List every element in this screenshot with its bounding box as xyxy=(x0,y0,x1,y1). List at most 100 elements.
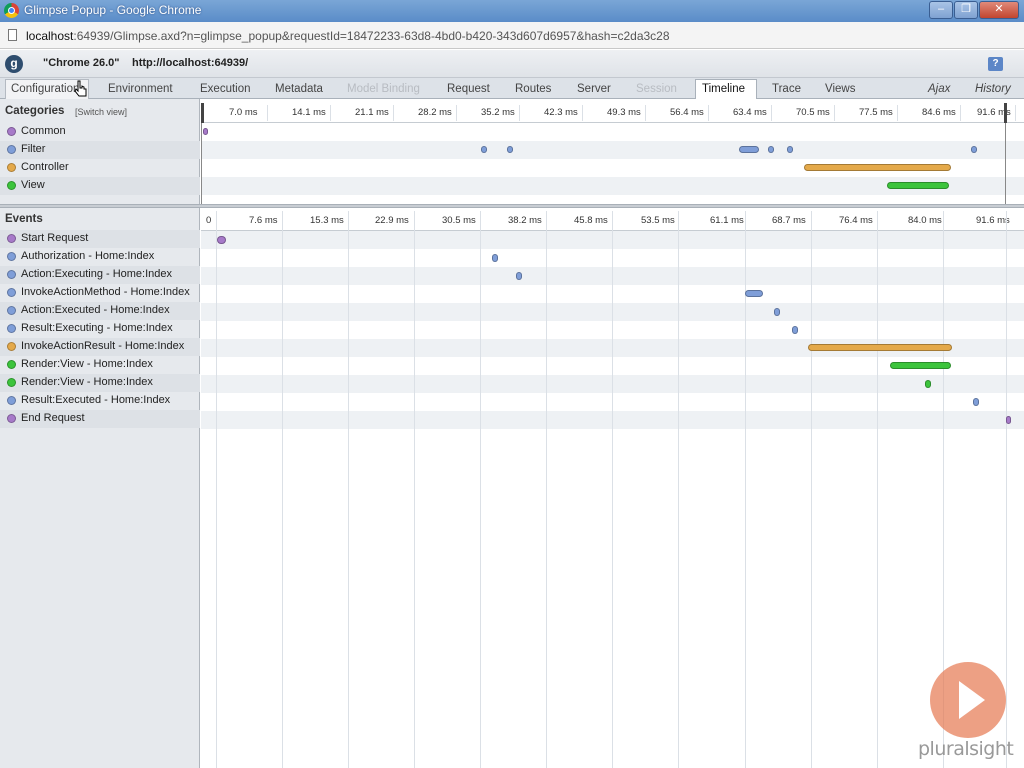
event-color-dot xyxy=(7,252,16,261)
timeline-bar-controller[interactable] xyxy=(804,164,951,171)
tab-environment[interactable]: Environment xyxy=(108,80,188,99)
time-tick-label: 70.5 ms xyxy=(796,107,830,118)
range-end-line xyxy=(1005,123,1006,205)
event-label: Render:View - Home:Index xyxy=(21,358,153,370)
axis-tick-line xyxy=(897,105,898,121)
event-timeline-bar[interactable] xyxy=(492,254,498,262)
event-timeline-bar[interactable] xyxy=(745,290,763,297)
category-row-common[interactable]: Common xyxy=(0,123,200,141)
time-tick-label: 22.9 ms xyxy=(375,215,409,226)
category-row-controller[interactable]: Controller xyxy=(0,159,200,177)
event-row[interactable]: Result:Executing - Home:Index xyxy=(0,320,200,338)
tab-session[interactable]: Session xyxy=(636,80,681,99)
tab-views[interactable]: Views xyxy=(825,80,863,99)
help-icon[interactable]: ? xyxy=(988,57,1003,71)
time-tick-label: 21.1 ms xyxy=(355,107,389,118)
event-label: Result:Executed - Home:Index xyxy=(21,394,171,406)
timeline-bar-filter[interactable] xyxy=(787,146,793,153)
category-row-filter[interactable]: Filter xyxy=(0,141,200,159)
axis-tick-line xyxy=(1015,105,1016,121)
time-tick-label: 84.0 ms xyxy=(908,215,942,226)
event-row[interactable]: Start Request xyxy=(0,230,200,248)
events-timeline: 0 7.6 ms 15.3 ms 22.9 ms 30.5 ms 38.2 ms 45.8 … xyxy=(201,211,1024,768)
category-label: View xyxy=(21,179,45,191)
event-label: Start Request xyxy=(21,232,89,244)
time-grid-line xyxy=(216,211,217,768)
event-row[interactable]: Render:View - Home:Index xyxy=(0,374,200,392)
tab-execution[interactable]: Execution xyxy=(200,80,258,99)
close-button[interactable]: ✕ xyxy=(979,1,1019,19)
time-grid-line xyxy=(877,211,878,768)
axis-tick-line xyxy=(582,105,583,121)
tab-history[interactable]: History xyxy=(975,80,1015,99)
time-tick-label: 53.5 ms xyxy=(641,215,675,226)
categories-timeline: 7.0 ms 14.1 ms 21.1 ms 28.2 ms 35.2 ms 42.3 m… xyxy=(201,103,1024,205)
event-row[interactable]: InvokeActionMethod - Home:Index xyxy=(0,284,200,302)
tab-model-binding[interactable]: Model Binding xyxy=(347,80,427,99)
time-tick-label: 7.0 ms xyxy=(229,107,258,118)
tab-metadata[interactable]: Metadata xyxy=(275,80,330,99)
event-label: Authorization - Home:Index xyxy=(21,250,155,262)
timeline-bar-filter[interactable] xyxy=(971,146,977,153)
event-color-dot xyxy=(7,342,16,351)
timeline-bar-filter[interactable] xyxy=(507,146,513,153)
glimpse-header: g "Chrome 26.0" http://localhost:64939/ … xyxy=(0,50,1024,78)
event-row[interactable]: InvokeActionResult - Home:Index xyxy=(0,338,200,356)
categories-panel: Categories [Switch view] Common Filter Con… xyxy=(0,99,200,205)
timeline-bar-filter[interactable] xyxy=(768,146,774,153)
range-end-handle[interactable] xyxy=(1004,103,1007,123)
event-timeline-bar[interactable] xyxy=(925,380,931,388)
hand-cursor-icon xyxy=(74,80,87,97)
tab-request[interactable]: Request xyxy=(447,80,497,99)
glimpse-logo-icon[interactable]: g xyxy=(5,55,23,73)
event-row[interactable]: Action:Executing - Home:Index xyxy=(0,266,200,284)
time-tick-label: 30.5 ms xyxy=(442,215,476,226)
tab-trace[interactable]: Trace xyxy=(772,80,807,99)
tab-strip: Configuration Environment Execution Metadat… xyxy=(0,78,1024,99)
timeline-bar-common[interactable] xyxy=(203,128,208,135)
event-timeline-bar[interactable] xyxy=(1006,416,1011,424)
axis-tick-line xyxy=(960,105,961,121)
event-timeline-bar[interactable] xyxy=(890,362,951,369)
event-color-dot xyxy=(7,270,16,279)
maximize-button[interactable]: ❐ xyxy=(954,1,978,19)
time-tick-label: 42.3 ms xyxy=(544,107,578,118)
range-start-handle[interactable] xyxy=(201,103,204,123)
timeline-bar-filter[interactable] xyxy=(739,146,759,153)
event-row[interactable]: Authorization - Home:Index xyxy=(0,248,200,266)
time-tick-label: 0 xyxy=(206,215,212,226)
axis-tick-line xyxy=(708,105,709,121)
event-timeline-bar[interactable] xyxy=(774,308,780,316)
tab-routes[interactable]: Routes xyxy=(515,80,557,99)
time-tick-label: 28.2 ms xyxy=(418,107,452,118)
pluralsight-watermark: pluralsight xyxy=(918,660,1018,760)
tab-server[interactable]: Server xyxy=(577,80,619,99)
address-bar[interactable]: localhost:64939/Glimpse.axd?n=glimpse_po… xyxy=(0,22,1024,49)
event-color-dot xyxy=(7,378,16,387)
time-grid-line xyxy=(811,211,812,768)
time-grid-line xyxy=(282,211,283,768)
event-row[interactable]: Render:View - Home:Index xyxy=(0,356,200,374)
environment-label: "Chrome 26.0" xyxy=(43,57,120,69)
category-band xyxy=(201,159,1024,177)
event-timeline-bar[interactable] xyxy=(973,398,979,406)
address-url[interactable]: localhost:64939/Glimpse.axd?n=glimpse_po… xyxy=(26,29,670,43)
category-row-view[interactable]: View xyxy=(0,177,200,195)
event-row[interactable]: End Request xyxy=(0,410,200,428)
timeline-bar-view[interactable] xyxy=(887,182,949,189)
minimize-button[interactable]: – xyxy=(929,1,953,19)
time-tick-label: 68.7 ms xyxy=(772,215,806,226)
event-timeline-bar[interactable] xyxy=(792,326,798,334)
event-timeline-bar[interactable] xyxy=(516,272,522,280)
event-timeline-bar[interactable] xyxy=(808,344,952,351)
event-row[interactable]: Result:Executed - Home:Index xyxy=(0,392,200,410)
tab-ajax[interactable]: Ajax xyxy=(928,80,956,99)
switch-view-link[interactable]: [Switch view] xyxy=(75,107,127,117)
event-row[interactable]: Action:Executed - Home:Index xyxy=(0,302,200,320)
event-timeline-bar[interactable] xyxy=(217,236,226,244)
tab-timeline[interactable]: Timeline xyxy=(695,79,757,99)
timeline-bar-filter[interactable] xyxy=(481,146,487,153)
axis-tick-line xyxy=(456,105,457,121)
category-label: Common xyxy=(21,125,66,137)
event-color-dot xyxy=(7,306,16,315)
